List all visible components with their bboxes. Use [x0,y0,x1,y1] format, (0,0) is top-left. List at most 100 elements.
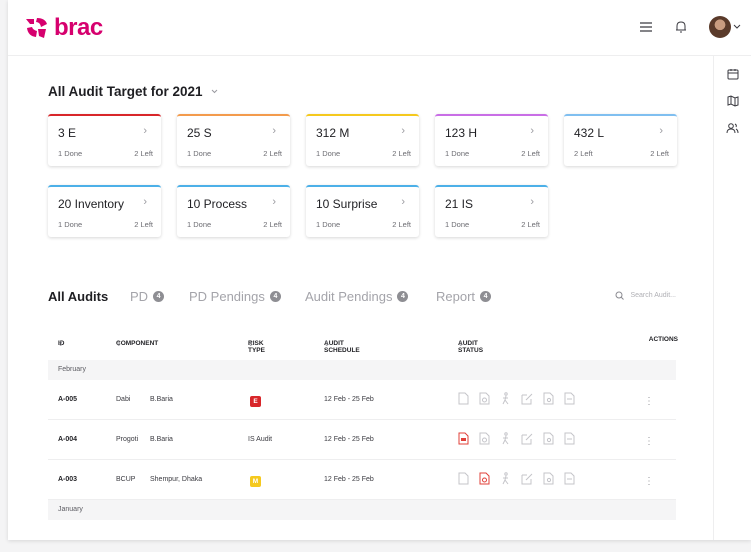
tab-pd[interactable]: PD 4 [130,289,165,304]
chevron-right-icon: › [401,125,405,137]
edit-icon[interactable] [521,432,533,445]
card-title: 20 Inventory [58,197,125,211]
target-card[interactable]: 432 L › 2 Left 2 Left [564,114,677,166]
target-card[interactable]: 10 Process › 1 Done 2 Left [177,185,290,237]
tab-audit-pendings[interactable]: Audit Pendings 4 [305,289,409,304]
risk-badge: M [250,476,261,487]
card-done: 1 Done [316,220,341,229]
chevron-down-icon [211,89,217,94]
user-menu[interactable] [709,16,741,38]
col-actions: ACTIONS [648,336,678,343]
location: B.Baria [150,436,173,443]
card-left: 2 Left [521,220,540,229]
card-title: 10 Surprise [316,197,378,211]
target-card[interactable]: 3 E › 1 Done 2 Left [48,114,161,166]
brand-logo[interactable]: brac [24,16,103,40]
walking-icon[interactable] [500,472,511,485]
card-left: 2 Left [263,220,282,229]
doc-badge-icon[interactable] [479,392,490,405]
count-badge: 4 [480,291,492,302]
chevron-right-icon: › [530,196,534,208]
card-title: 21 IS [445,197,474,211]
audit-schedule: 12 Feb - 25 Feb [324,396,374,403]
card-left: 2 Left [521,149,540,158]
location: Shempur, Dhaka [150,476,203,483]
component: BCUP [116,476,136,483]
chevron-right-icon: › [272,125,276,137]
month-group-header: February [48,360,676,380]
doc-search-icon[interactable] [543,432,554,445]
component: Dabi [116,396,131,403]
card-done: 1 Done [187,220,212,229]
tab-label: PD Pendings [189,289,265,304]
tab-all-audits[interactable]: All Audits [48,289,108,304]
doc-icon[interactable] [564,472,575,485]
right-rail [713,56,751,540]
audit-schedule: 12 Feb - 25 Feb [324,476,374,483]
target-card[interactable]: 25 S › 1 Done 2 Left [177,114,290,166]
audit-id: A-004 [58,436,78,443]
risk-badge: E [250,396,261,407]
app-window: brac All Audit Target for 2021 3 E › 1 D… [8,0,751,540]
card-title: 25 S [187,126,212,140]
tab-report[interactable]: Report 4 [436,289,492,304]
page-title: All Audit Target for 2021 [48,84,203,99]
tab-label: Report [436,289,476,304]
chevron-right-icon: › [272,196,276,208]
pdf-doc-icon[interactable] [458,432,469,445]
chevron-right-icon: › [530,125,534,137]
table-row[interactable]: A-003 BCUP Shempur, Dhaka M 12 Feb - 25 … [48,460,676,500]
bell-icon[interactable] [675,20,687,34]
target-card[interactable]: 20 Inventory › 1 Done 2 Left [48,185,161,237]
more-actions-icon[interactable]: ⋮ [644,396,654,407]
search-icon [615,291,625,300]
doc-icon[interactable] [564,432,575,445]
target-card[interactable]: 312 M › 1 Done 2 Left [306,114,419,166]
avatar [709,16,731,38]
menu-icon[interactable] [639,21,653,33]
target-card[interactable]: 10 Surprise › 1 Done 2 Left [306,185,419,237]
pdf-doc-icon[interactable] [458,392,469,405]
doc-search-icon[interactable] [543,472,554,485]
calendar-icon[interactable] [727,68,739,80]
search-box[interactable]: Search Audit... [615,291,676,300]
target-year-selector[interactable]: All Audit Target for 2021 [48,84,218,99]
walking-icon[interactable] [500,432,511,445]
tab-pd-pendings[interactable]: PD Pendings 4 [189,289,281,304]
top-bar: brac [8,0,751,56]
audit-schedule: 12 Feb - 25 Feb [324,436,374,443]
card-title: 123 H [445,126,478,140]
tab-label: PD [130,289,149,304]
edit-icon[interactable] [521,472,533,485]
table-row[interactable]: A-005 Dabi B.Baria E 12 Feb - 25 Feb ⋮ [48,380,676,420]
chevron-right-icon: › [659,125,663,137]
edit-icon[interactable] [521,392,533,405]
more-actions-icon[interactable]: ⋮ [644,476,654,487]
doc-icon[interactable] [564,392,575,405]
audit-status-icons [458,472,575,485]
target-card[interactable]: 21 IS › 1 Done 2 Left [435,185,548,237]
audit-tabs: All Audits PD 4 PD Pendings 4 Audit Pend… [48,289,688,305]
doc-badge-icon[interactable] [479,472,490,485]
count-badge: 4 [269,291,281,302]
component: Progoti [116,436,139,443]
search-input[interactable]: Search Audit... [630,292,676,299]
tab-label: Audit Pendings [305,289,393,304]
users-icon[interactable] [726,122,739,134]
more-actions-icon[interactable]: ⋮ [644,436,654,447]
walking-icon[interactable] [500,392,511,405]
chevron-right-icon: › [401,196,405,208]
card-left: 2 Left [650,149,669,158]
doc-search-icon[interactable] [543,392,554,405]
card-title: 432 L [574,126,605,140]
count-badge: 4 [153,291,165,302]
table-header: ID ⇕ COMPONENT ⇕ RISK TYPE ⇕ AUDIT SCHED… [58,336,678,354]
map-icon[interactable] [727,95,739,107]
pdf-doc-icon[interactable] [458,472,469,485]
card-title: 3 E [58,126,77,140]
audit-id: A-005 [58,396,78,403]
table-row[interactable]: A-004 Progoti B.Baria IS Audit 12 Feb - … [48,420,676,460]
doc-badge-icon[interactable] [479,432,490,445]
audit-status-icons [458,432,575,445]
target-card[interactable]: 123 H › 1 Done 2 Left [435,114,548,166]
